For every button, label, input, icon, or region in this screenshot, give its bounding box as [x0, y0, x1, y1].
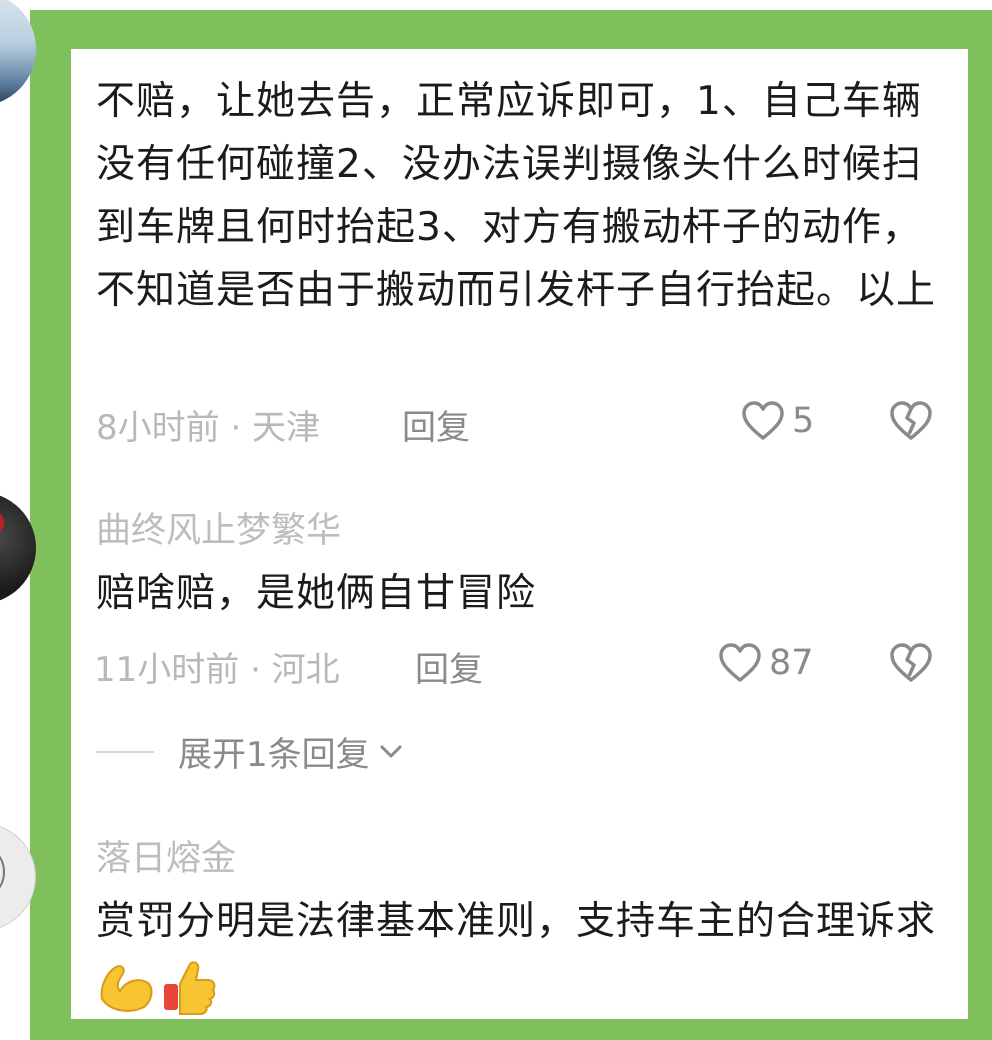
like-button[interactable]: 87	[717, 640, 814, 686]
broken-heart-icon[interactable]	[888, 398, 934, 444]
like-count: 87	[769, 643, 814, 683]
comment-meta: 8小时前 · 天津	[96, 408, 321, 448]
chevron-down-icon	[380, 745, 402, 757]
flexed-biceps-emoji	[100, 964, 153, 1012]
like-button[interactable]: 5	[740, 398, 814, 444]
comment-text: 赔啥赔，是她俩自甘冒险	[96, 571, 537, 616]
like-count: 5	[792, 401, 815, 441]
avatar-badge	[0, 510, 4, 536]
reply-button[interactable]: 回复	[402, 400, 470, 449]
username[interactable]: 曲终风止梦繁华	[96, 502, 341, 553]
divider	[96, 750, 154, 753]
expand-replies-label: 展开1条回复	[178, 735, 370, 775]
heart-icon	[719, 643, 761, 682]
avatar-drawing	[0, 850, 5, 894]
username[interactable]: 落日熔金	[96, 830, 236, 881]
reply-button[interactable]: 回复	[415, 642, 483, 691]
comment-text: 不赔，让她去告，正常应诉即可，1、自己车辆没有任何碰撞2、没办法误判摄像头什么时…	[96, 79, 937, 313]
broken-heart-icon[interactable]	[888, 640, 934, 686]
heart-icon	[742, 401, 784, 440]
comment-text: 赏罚分明是法律基本准则，支持车主的合理诉求	[96, 890, 936, 1016]
comment-body: 赏罚分明是法律基本准则，支持车主的合理诉求	[96, 899, 937, 944]
thumbs-up-emoji	[164, 960, 216, 1015]
expand-replies-button[interactable]: 展开1条回复	[96, 727, 406, 776]
comment-meta: 11小时前 · 河北	[94, 650, 340, 690]
